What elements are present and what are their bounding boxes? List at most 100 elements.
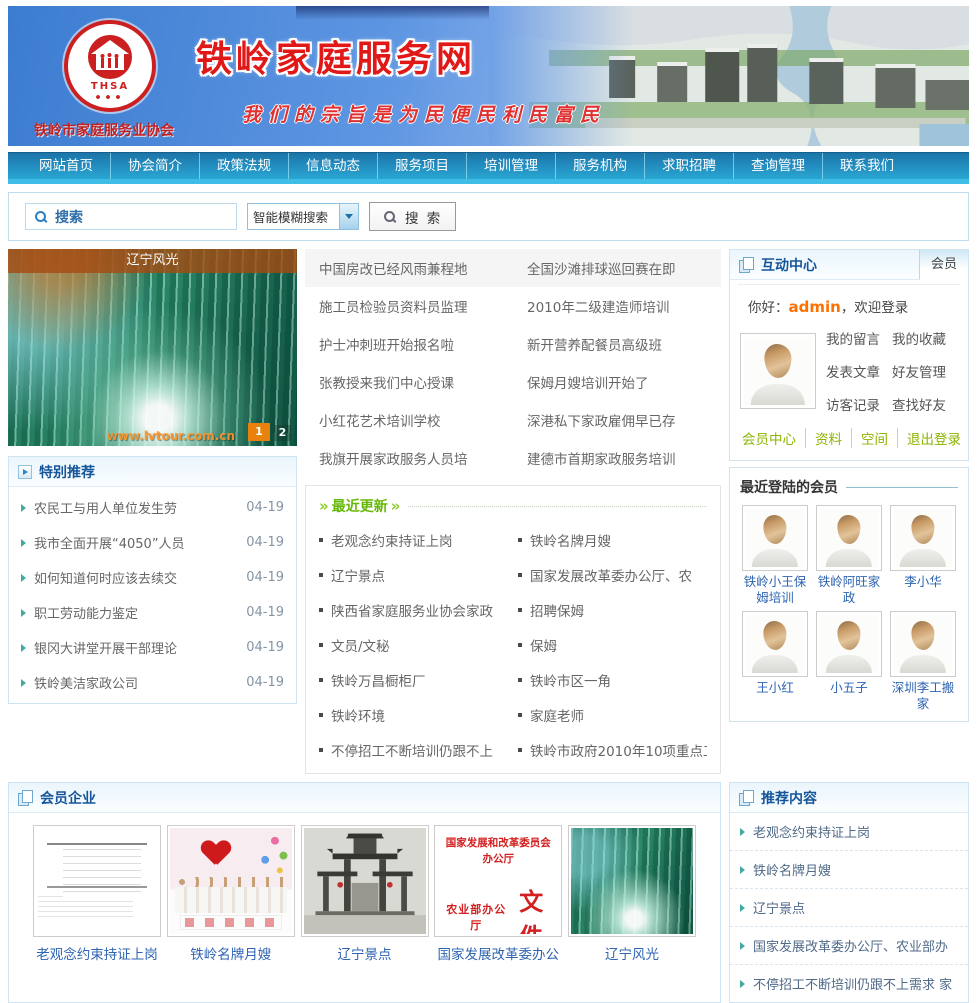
recent-link[interactable]: 保姆 bbox=[518, 627, 707, 662]
news-link[interactable]: 新开营养配餐员高级班 bbox=[513, 325, 721, 363]
nav-item-query[interactable]: 查询管理 bbox=[734, 153, 823, 179]
enterprise-card[interactable]: 辽宁风光 bbox=[568, 825, 696, 963]
link-publish-article[interactable]: 发表文章 bbox=[826, 361, 892, 381]
logo-stars bbox=[95, 95, 125, 99]
dotted-rule bbox=[408, 506, 707, 507]
headline-news-list: 中国房改已经风雨兼程地 全国沙滩排球巡回赛在即 施工员检验员资料员监理 2010… bbox=[305, 249, 721, 477]
enterprise-card[interactable]: 国家发展和改革委员会办公厅 农业部办公厅文件 国家发展改革委办公 bbox=[434, 825, 562, 963]
recent-link[interactable]: 家庭老师 bbox=[518, 697, 707, 732]
recent-link[interactable]: 铁岭市区一角 bbox=[518, 662, 707, 697]
link-visitor-log[interactable]: 访客记录 bbox=[826, 394, 892, 414]
recent-link[interactable]: 铁岭环境 bbox=[319, 697, 508, 732]
link-logout[interactable]: 退出登录 bbox=[897, 428, 970, 448]
news-link[interactable]: 保姆月嫂培训开始了 bbox=[513, 363, 721, 401]
special-item[interactable]: 职工劳动能力鉴定04-19 bbox=[9, 595, 296, 630]
member-card[interactable]: 李小华 bbox=[887, 505, 959, 607]
square-bullet-icon bbox=[518, 608, 522, 612]
recent-link[interactable]: 铁岭市政府2010年10项重点工 bbox=[518, 732, 707, 767]
news-link[interactable]: 护士冲刺班开始报名啦 bbox=[305, 325, 513, 363]
recent-link[interactable]: 辽宁景点 bbox=[319, 557, 508, 592]
slideshow-caption: 辽宁风光 bbox=[8, 249, 297, 273]
news-link[interactable]: 全国沙滩排球巡回赛在即 bbox=[513, 249, 721, 287]
documents-icon bbox=[739, 790, 754, 805]
search-button[interactable]: 搜 索 bbox=[369, 202, 456, 231]
arrow-bullet-icon bbox=[21, 679, 26, 687]
recommended-link[interactable]: 国家发展改革委办公厅、农业部办 bbox=[730, 927, 968, 965]
search-mode-select[interactable]: 智能模糊搜索 bbox=[247, 203, 359, 230]
search-button-label: 搜 索 bbox=[405, 207, 442, 227]
nav-item-jobs[interactable]: 求职招聘 bbox=[645, 153, 734, 179]
news-link[interactable]: 建德市首期家政服务培训 bbox=[513, 439, 721, 477]
pager-button-2[interactable]: 2 bbox=[274, 425, 291, 441]
recent-link[interactable]: 文员/文秘 bbox=[319, 627, 508, 662]
recent-link[interactable]: 铁岭名牌月嫂 bbox=[518, 522, 707, 557]
arrow-bullet-icon bbox=[21, 609, 26, 617]
news-link[interactable]: 张教授来我们中心授课 bbox=[305, 363, 513, 401]
enterprise-card[interactable]: 铁岭名牌月嫂 bbox=[167, 825, 295, 963]
link-my-favorites[interactable]: 我的收藏 bbox=[892, 328, 958, 348]
slideshow-watermark: www.lvtour.com.cn bbox=[107, 429, 235, 443]
user-avatar[interactable] bbox=[740, 333, 816, 409]
member-card[interactable]: 王小红 bbox=[739, 611, 811, 713]
enterprise-card[interactable]: 老观念约束持证上岗 bbox=[33, 825, 161, 963]
link-friend-manage[interactable]: 好友管理 bbox=[892, 361, 958, 381]
square-bullet-icon bbox=[319, 538, 323, 542]
photo-slideshow[interactable]: 辽宁风光 www.lvtour.com.cn 1 2 bbox=[8, 249, 297, 446]
enterprise-card[interactable]: 辽宁景点 bbox=[301, 825, 429, 963]
news-link[interactable]: 深港私下家政雇佣早已存 bbox=[513, 401, 721, 439]
member-card[interactable]: 铁岭小王保姆培训 bbox=[739, 505, 811, 607]
square-bullet-icon bbox=[518, 748, 522, 752]
special-item[interactable]: 如何知道何时应该去续交04-19 bbox=[9, 560, 296, 595]
news-link[interactable]: 2010年二级建造师培训 bbox=[513, 287, 721, 325]
nav-item-news[interactable]: 信息动态 bbox=[289, 153, 378, 179]
recommended-link[interactable]: 辽宁景点 bbox=[730, 889, 968, 927]
link-member-center[interactable]: 会员中心 bbox=[740, 428, 805, 448]
archway-thumbnail bbox=[304, 828, 426, 934]
link-find-friends[interactable]: 查找好友 bbox=[892, 394, 958, 414]
tab-member[interactable]: 会员 bbox=[919, 250, 968, 280]
recent-link[interactable]: 国家发展改革委办公厅、农 bbox=[518, 557, 707, 592]
cave-thumbnail bbox=[571, 828, 693, 934]
pager-button-1[interactable]: 1 bbox=[248, 423, 270, 441]
member-card[interactable]: 铁岭阿旺家政 bbox=[813, 505, 885, 607]
nav-item-services[interactable]: 服务项目 bbox=[378, 153, 467, 179]
nav-item-about[interactable]: 协会简介 bbox=[111, 153, 200, 179]
document-thumbnail bbox=[36, 828, 158, 934]
news-link[interactable]: 小红花艺术培训学校 bbox=[305, 401, 513, 439]
nav-item-policy[interactable]: 政策法规 bbox=[200, 153, 289, 179]
search-input[interactable]: 搜索 bbox=[25, 203, 237, 230]
special-item[interactable]: 农民工与用人单位发生劳04-19 bbox=[9, 490, 296, 525]
arrow-bullet-icon bbox=[740, 980, 745, 988]
member-card[interactable]: 深圳李工搬家 bbox=[887, 611, 959, 713]
recommended-link[interactable]: 铁岭名牌月嫂 bbox=[730, 851, 968, 889]
news-link[interactable]: 施工员检验员资料员监理 bbox=[305, 287, 513, 325]
main-nav: 网站首页 协会简介 政策法规 信息动态 服务项目 培训管理 服务机构 求职招聘 … bbox=[8, 152, 969, 179]
link-my-messages[interactable]: 我的留言 bbox=[826, 328, 892, 348]
site-slogan: 我们的宗旨是为民便民利民富民 bbox=[242, 100, 606, 127]
nav-item-home[interactable]: 网站首页 bbox=[22, 153, 111, 179]
recent-members-title: 最近登陆的会员 bbox=[740, 477, 838, 497]
documents-icon bbox=[18, 790, 33, 805]
member-card[interactable]: 小五子 bbox=[813, 611, 885, 713]
page: THSA 铁岭市家庭服务业协会 铁岭家庭服务网 我们的宗旨是为民便民利民富民 网… bbox=[0, 0, 977, 1003]
recent-link[interactable]: 铁岭万昌橱柜厂 bbox=[319, 662, 508, 697]
special-item[interactable]: 铁岭美洁家政公司04-19 bbox=[9, 665, 296, 700]
recent-link[interactable]: 招聘保姆 bbox=[518, 592, 707, 627]
special-item[interactable]: 银冈大讲堂开展干部理论04-19 bbox=[9, 630, 296, 665]
login-greeting: 你好：admin，欢迎登录 bbox=[738, 284, 960, 324]
username: admin bbox=[789, 298, 841, 316]
news-link[interactable]: 中国房改已经风雨兼程地 bbox=[305, 249, 513, 287]
nav-item-agencies[interactable]: 服务机构 bbox=[556, 153, 645, 179]
recent-link[interactable]: 不停招工不断培训仍跟不上 bbox=[319, 732, 508, 767]
news-link[interactable]: 我旗开展家政服务人员培 bbox=[305, 439, 513, 477]
link-space[interactable]: 空间 bbox=[851, 428, 897, 448]
recommended-link[interactable]: 老观念约束持证上岗 bbox=[730, 813, 968, 851]
link-profile[interactable]: 资料 bbox=[805, 428, 851, 448]
search-mode-value: 智能模糊搜索 bbox=[248, 207, 339, 226]
nav-item-contact[interactable]: 联系我们 bbox=[823, 153, 911, 179]
recommended-link[interactable]: 不停招工不断培训仍跟不上需求 家 bbox=[730, 965, 968, 1002]
recent-link[interactable]: 老观念约束持证上岗 bbox=[319, 522, 508, 557]
nav-item-training[interactable]: 培训管理 bbox=[467, 153, 556, 179]
special-item[interactable]: 我市全面开展“4050”人员04-19 bbox=[9, 525, 296, 560]
recent-link[interactable]: 陕西省家庭服务业协会家政 bbox=[319, 592, 508, 627]
